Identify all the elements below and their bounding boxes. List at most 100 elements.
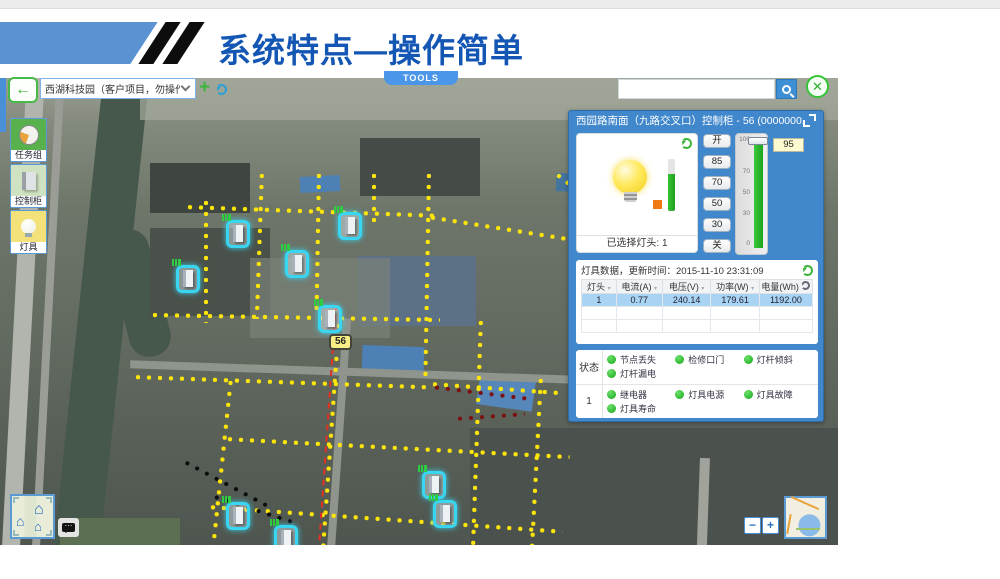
zoom-in-button[interactable]: + bbox=[762, 517, 779, 534]
status-green-dot bbox=[607, 404, 616, 413]
cabinet-marker[interactable] bbox=[285, 250, 309, 278]
window-top-strip bbox=[0, 0, 1000, 9]
cabinet-marker[interactable] bbox=[274, 525, 298, 545]
power-off-button[interactable]: 关 bbox=[703, 239, 731, 253]
project-selector-dropdown[interactable]: 西湖科技园（客户项目，勿操作） bbox=[40, 78, 196, 99]
status-green-dot bbox=[607, 369, 616, 378]
table-row-empty bbox=[582, 307, 813, 320]
back-button[interactable]: ← bbox=[8, 77, 38, 103]
selected-lamp-text: 已选择灯头: 1 bbox=[577, 235, 697, 252]
slider-track[interactable] bbox=[754, 140, 763, 248]
refresh-icon[interactable] bbox=[801, 281, 810, 290]
overview-minimap[interactable] bbox=[784, 496, 827, 539]
search-button[interactable] bbox=[776, 79, 797, 99]
expand-icon[interactable] bbox=[803, 114, 816, 127]
page-title: 系统特点—操作简单 bbox=[218, 24, 524, 72]
lamp-data-title: 灯具数据，更新时间：2015-11-10 23:31:09 bbox=[581, 263, 802, 277]
status-label: 灯具故障 bbox=[757, 388, 793, 401]
status-label: 灯杆漏电 bbox=[620, 367, 656, 380]
cabinet-marker[interactable] bbox=[318, 305, 342, 333]
overview-map-button[interactable]: ⌂ ⌂ ⌂ bbox=[10, 494, 55, 539]
status-square-indicator bbox=[653, 200, 662, 209]
gauge-icon bbox=[19, 125, 39, 145]
status-row-label: 1 bbox=[576, 385, 603, 419]
header-banner-shape bbox=[0, 22, 158, 64]
close-button[interactable]: ✕ bbox=[806, 75, 829, 98]
slide-header: 系统特点—操作简单 bbox=[0, 9, 1000, 78]
add-button[interactable]: + bbox=[199, 77, 210, 99]
sidebar-item-lamps[interactable]: 灯具 bbox=[10, 210, 47, 254]
close-icon: ✕ bbox=[812, 79, 823, 94]
home-icon: ⌂ bbox=[34, 502, 44, 518]
brightness-bar bbox=[668, 159, 675, 211]
status-label: 继电器 bbox=[620, 388, 647, 401]
dimming-slider[interactable]: 100 70 50 30 0 bbox=[735, 133, 768, 255]
bulb-icon bbox=[21, 219, 36, 234]
street-light-dots bbox=[203, 198, 209, 323]
lamp-data-table: 灯头 ▾ 电流(A) ▾ 电压(V) ▾ 功率(W) ▾ 电量(Wh) 1 0.… bbox=[581, 279, 813, 333]
status-green-dot bbox=[607, 390, 616, 399]
fault-light-dots bbox=[455, 411, 525, 422]
cabinet-marker[interactable] bbox=[226, 220, 250, 248]
bulb-base bbox=[624, 192, 637, 202]
search-icon bbox=[782, 85, 791, 94]
sort-icon: ▾ bbox=[751, 286, 754, 292]
column-header: 电流(A) bbox=[621, 282, 651, 292]
sidebar-item-label: 任务组 bbox=[11, 150, 46, 162]
table-row-empty bbox=[582, 320, 813, 333]
status-green-dot bbox=[744, 355, 753, 364]
column-header: 电量(Wh) bbox=[761, 282, 799, 292]
home-icon: ⌂ bbox=[34, 520, 42, 533]
lamp-preview-card: 已选择灯头: 1 bbox=[576, 133, 698, 253]
status-row-label: 状态 bbox=[576, 350, 603, 384]
column-header: 灯头 bbox=[587, 282, 605, 292]
sort-icon: ▾ bbox=[701, 286, 704, 292]
back-arrow-icon: ← bbox=[15, 81, 31, 98]
level-50-button[interactable]: 50 bbox=[703, 197, 731, 211]
column-header: 功率(W) bbox=[716, 282, 749, 292]
cabinet-icon bbox=[22, 172, 36, 190]
zoom-out-button[interactable]: − bbox=[744, 517, 761, 534]
street-light-dots bbox=[371, 171, 377, 226]
collapsed-panel-tab[interactable] bbox=[0, 78, 6, 132]
power-on-button[interactable]: 开 bbox=[703, 134, 731, 148]
light-bulb-icon bbox=[613, 160, 647, 194]
application-window: 系统特点—操作简单 bbox=[0, 0, 1000, 579]
sort-icon: ▾ bbox=[608, 286, 611, 292]
slider-handle[interactable] bbox=[748, 137, 768, 145]
cabinet-number-label[interactable]: 56 bbox=[329, 334, 352, 350]
tools-tab[interactable]: TOOLS bbox=[384, 71, 458, 85]
status-row: 1 继电器 灯具电源 灯具故障 灯具寿命 bbox=[576, 384, 818, 419]
refresh-icon bbox=[216, 84, 227, 95]
slider-tick: 50 bbox=[736, 189, 750, 196]
refresh-button[interactable] bbox=[216, 82, 227, 100]
search-input[interactable] bbox=[618, 79, 775, 99]
level-30-button[interactable]: 30 bbox=[703, 218, 731, 232]
status-label: 灯具寿命 bbox=[620, 402, 656, 415]
cabinet-control-panel: 西园路南面（九路交叉口）控制柜 - 56 (000000010D0D) 已选择灯… bbox=[568, 110, 824, 422]
status-green-dot bbox=[607, 355, 616, 364]
cabinet-marker[interactable] bbox=[433, 500, 457, 528]
refresh-icon[interactable] bbox=[802, 265, 813, 276]
status-label: 灯具电源 bbox=[688, 388, 724, 401]
status-green-dot bbox=[744, 390, 753, 399]
feedback-button[interactable]: ··· bbox=[58, 518, 79, 537]
status-label: 检修口门 bbox=[688, 353, 724, 366]
column-header: 电压(V) bbox=[669, 282, 699, 292]
dimming-value-field[interactable]: 95 bbox=[773, 138, 804, 152]
slider-tick: 30 bbox=[736, 210, 750, 217]
cabinet-marker[interactable] bbox=[226, 502, 250, 530]
cabinet-marker[interactable] bbox=[338, 212, 362, 240]
table-row-selected[interactable]: 1 0.77 240.14 179.61 1192.00 bbox=[582, 294, 813, 307]
lamp-data-card: 灯具数据，更新时间：2015-11-10 23:31:09 灯头 ▾ 电流(A)… bbox=[576, 260, 818, 344]
cabinet-marker[interactable] bbox=[176, 265, 200, 293]
chevron-down-icon bbox=[181, 82, 191, 92]
sort-icon: ▾ bbox=[654, 286, 657, 292]
level-70-button[interactable]: 70 bbox=[703, 176, 731, 190]
level-85-button[interactable]: 85 bbox=[703, 155, 731, 169]
refresh-icon[interactable] bbox=[681, 138, 692, 149]
panel-header[interactable]: 西园路南面（九路交叉口）控制柜 - 56 (000000010D0D) bbox=[569, 111, 823, 130]
sidebar-item-control-cabinet[interactable]: 控制柜 bbox=[10, 164, 47, 208]
sidebar-item-label: 灯具 bbox=[11, 242, 46, 254]
sidebar-item-task-group[interactable]: 任务组 bbox=[10, 118, 47, 162]
